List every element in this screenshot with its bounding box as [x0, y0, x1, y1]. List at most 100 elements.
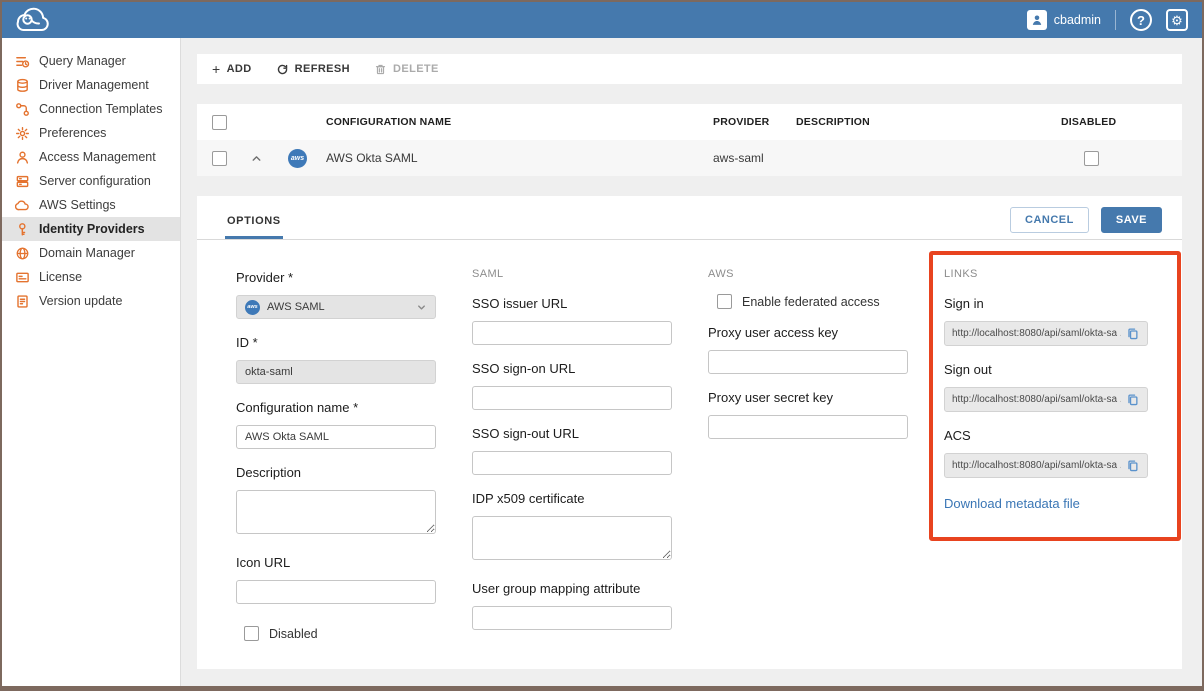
sidebar-item-server-configuration[interactable]: Server configuration — [2, 169, 180, 193]
save-button[interactable]: SAVE — [1101, 207, 1162, 233]
driver-management-icon — [15, 78, 30, 93]
domain-manager-icon — [15, 246, 30, 261]
tab-options[interactable]: OPTIONS — [225, 215, 283, 239]
copy-acs-button[interactable] — [1126, 459, 1140, 473]
aws-column: AWS Enable federated access Proxy user a… — [708, 264, 908, 641]
sidebar-item-domain-manager[interactable]: Domain Manager — [2, 241, 180, 265]
proxy-user-secret-key-field[interactable] — [708, 415, 908, 439]
sidebar-item-access-management[interactable]: Access Management — [2, 145, 180, 169]
row-provider: aws-saml — [713, 151, 796, 165]
aws-provider-icon: aws — [245, 300, 260, 315]
column-configuration-name: CONFIGURATION NAME — [326, 116, 713, 128]
column-disabled: DISABLED — [1061, 116, 1182, 128]
sidebar-item-label: Server configuration — [39, 174, 151, 188]
icon-url-label: Icon URL — [236, 555, 436, 570]
sidebar-item-label: Driver Management — [39, 78, 149, 92]
copy-sign-out-button[interactable] — [1126, 393, 1140, 407]
settings-gear-icon[interactable]: ⚙ — [1166, 9, 1188, 31]
select-all-checkbox[interactable] — [212, 115, 227, 130]
sidebar-item-label: Version update — [39, 294, 122, 308]
id-field[interactable] — [236, 360, 436, 384]
federated-access-row: Enable federated access — [708, 294, 908, 309]
chevron-down-icon — [416, 302, 427, 313]
sidebar-item-query-manager[interactable]: Query Manager — [2, 49, 180, 73]
icon-url-field[interactable] — [236, 580, 436, 604]
cloudbeaver-logo[interactable] — [14, 7, 52, 34]
user-menu[interactable]: cbadmin — [1027, 10, 1101, 30]
aws-provider-icon: aws — [288, 149, 307, 168]
sidebar-item-label: AWS Settings — [39, 198, 116, 212]
top-bar: cbadmin ? ⚙ — [2, 2, 1202, 38]
actions-toolbar: + ADD REFRESH DELETE — [197, 54, 1182, 84]
license-icon — [15, 270, 30, 285]
download-metadata-link[interactable]: Download metadata file — [944, 496, 1080, 511]
acs-url-box: http://localhost:8080/api/saml/okta-sa .… — [944, 453, 1148, 478]
links-section-header: LINKS — [944, 268, 1148, 280]
sso-sign-on-url-field[interactable] — [472, 386, 672, 410]
help-icon[interactable]: ? — [1130, 9, 1152, 31]
cancel-button[interactable]: CANCEL — [1010, 207, 1089, 233]
refresh-icon — [276, 63, 289, 76]
collapse-row-button[interactable] — [237, 152, 275, 165]
identity-providers-icon — [15, 222, 30, 237]
saml-column: SAML SSO issuer URL SSO sign-on URL SSO … — [472, 264, 672, 641]
provider-selected-value: AWS SAML — [267, 301, 409, 313]
copy-icon — [1126, 459, 1140, 473]
chevron-up-icon — [250, 152, 263, 165]
row-disabled-checkbox[interactable] — [1084, 151, 1099, 166]
copy-sign-in-button[interactable] — [1126, 327, 1140, 341]
sidebar-item-preferences[interactable]: Preferences — [2, 121, 180, 145]
acs-label: ACS — [944, 428, 1148, 443]
plus-icon: + — [212, 62, 221, 76]
app-window: cbadmin ? ⚙ Query Manager Driver Managem… — [0, 0, 1204, 691]
user-name: cbadmin — [1054, 13, 1101, 27]
proxy-user-access-key-field[interactable] — [708, 350, 908, 374]
table-header-row: CONFIGURATION NAME PROVIDER DESCRIPTION … — [197, 104, 1182, 140]
sidebar-item-license[interactable]: License — [2, 265, 180, 289]
panel-tabbar: OPTIONS CANCEL SAVE — [197, 196, 1182, 240]
configuration-name-field[interactable] — [236, 425, 436, 449]
description-label: Description — [236, 465, 436, 480]
column-description: DESCRIPTION — [796, 116, 1061, 128]
id-label: ID * — [236, 335, 436, 350]
disabled-checkbox-row: Disabled — [236, 626, 436, 641]
idp-x509-certificate-label: IDP x509 certificate — [472, 491, 672, 506]
sign-in-url: http://localhost:8080/api/saml/okta-sa .… — [952, 328, 1121, 339]
delete-button[interactable]: DELETE — [374, 63, 439, 76]
idp-x509-certificate-field[interactable] — [472, 516, 672, 560]
enable-federated-access-checkbox[interactable] — [717, 294, 732, 309]
disabled-checkbox[interactable] — [244, 626, 259, 641]
sidebar-item-connection-templates[interactable]: Connection Templates — [2, 97, 180, 121]
query-manager-icon — [15, 54, 30, 69]
description-field[interactable] — [236, 490, 436, 534]
sidebar-item-identity-providers[interactable]: Identity Providers — [2, 217, 180, 241]
row-checkbox[interactable] — [212, 151, 227, 166]
sidebar-item-label: Preferences — [39, 126, 106, 140]
admin-sidebar: Query Manager Driver Management Connecti… — [2, 38, 181, 686]
saml-section-header: SAML — [472, 268, 672, 280]
table-row[interactable]: aws AWS Okta SAML aws-saml — [197, 140, 1182, 176]
general-column: Provider * aws AWS SAML ID * Configurati… — [236, 264, 436, 641]
sign-out-url: http://localhost:8080/api/saml/okta-sa .… — [952, 394, 1121, 405]
sso-issuer-url-field[interactable] — [472, 321, 672, 345]
add-button[interactable]: + ADD — [212, 62, 252, 76]
row-configuration-name: AWS Okta SAML — [326, 151, 713, 165]
sso-sign-on-url-label: SSO sign-on URL — [472, 361, 672, 376]
user-group-mapping-field[interactable] — [472, 606, 672, 630]
copy-icon — [1126, 327, 1140, 341]
configuration-name-label: Configuration name * — [236, 400, 436, 415]
aws-settings-icon — [15, 198, 30, 213]
sidebar-item-version-update[interactable]: Version update — [2, 289, 180, 313]
delete-button-label: DELETE — [393, 63, 439, 75]
sso-sign-out-url-field[interactable] — [472, 451, 672, 475]
sign-in-url-box: http://localhost:8080/api/saml/okta-sa .… — [944, 321, 1148, 346]
provider-select[interactable]: aws AWS SAML — [236, 295, 436, 319]
sidebar-item-driver-management[interactable]: Driver Management — [2, 73, 180, 97]
server-configuration-icon — [15, 174, 30, 189]
sidebar-item-label: Identity Providers — [39, 222, 145, 236]
sidebar-item-aws-settings[interactable]: AWS Settings — [2, 193, 180, 217]
copy-icon — [1126, 393, 1140, 407]
refresh-button[interactable]: REFRESH — [276, 63, 350, 76]
main-content: + ADD REFRESH DELETE CONFIGUR — [181, 38, 1202, 686]
sso-issuer-url-label: SSO issuer URL — [472, 296, 672, 311]
